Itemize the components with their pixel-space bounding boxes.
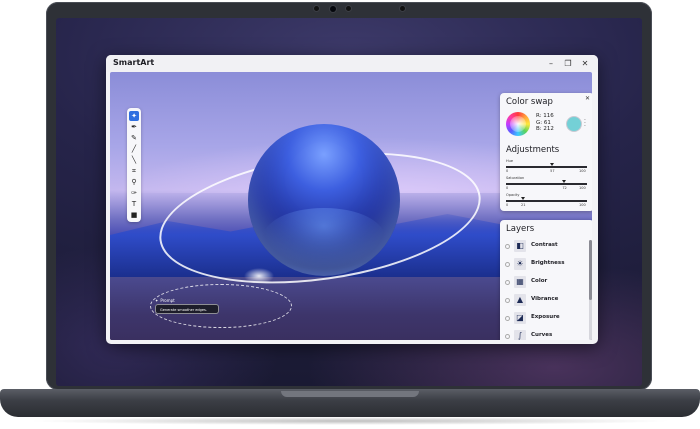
slider-max: 100: [579, 169, 586, 173]
layer-item[interactable]: ▦ Color: [504, 274, 584, 290]
glow-artwork: [244, 268, 274, 284]
slider-track[interactable]: [506, 200, 587, 202]
image-canvas[interactable]: ✦ Prompt Generate smoother edges. ✦ ✒ ✎ ╱ ╲ ⌗…: [110, 72, 592, 340]
color-swap-card: Color swap ✕ R: 116 G: 61 B: 212 · · · Adj…: [500, 93, 592, 211]
sensor-dot: [346, 6, 351, 11]
slider-handle[interactable]: [550, 163, 555, 166]
prompt-header: ✦ Prompt: [155, 298, 175, 303]
slider-label: Opacity: [506, 193, 520, 197]
layer-radio[interactable]: [505, 298, 510, 303]
layer-name: Vibrance: [531, 296, 559, 302]
app-title: SmartArt: [113, 58, 155, 67]
slider-max: 100: [579, 186, 586, 190]
red-value: R: 116: [536, 113, 554, 119]
color-wheel[interactable]: [506, 112, 530, 136]
prompt-bubble: ✦ Prompt Generate smoother edges.: [155, 298, 219, 315]
curves-icon: ∫: [514, 330, 526, 340]
color-grid-icon: ▦: [514, 276, 526, 288]
tool-palette: ✦ ✒ ✎ ╱ ╲ ⌗ ⚲ ✑ T ■: [127, 108, 141, 222]
eyedropper-tool[interactable]: ✑: [129, 188, 139, 198]
layer-radio[interactable]: [505, 244, 510, 249]
prompt-input[interactable]: Generate smoother edges.: [155, 304, 219, 314]
side-panel: Color swap ✕ R: 116 G: 61 B: 212 · · · Adj…: [500, 93, 592, 340]
vibrance-icon: ▲: [514, 294, 526, 306]
blue-value: B: 212: [536, 126, 554, 132]
layer-name: Brightness: [531, 260, 565, 266]
title-bar: SmartArt – ❐ ✕: [106, 55, 598, 72]
layer-item[interactable]: ◪ Exposure: [504, 310, 584, 326]
color-swap-title: Color swap: [506, 97, 553, 107]
slider-value: 72: [562, 186, 567, 190]
layer-name: Exposure: [531, 314, 560, 320]
crop-tool[interactable]: ⌗: [129, 166, 139, 176]
adjustments-title: Adjustments: [506, 145, 560, 155]
layer-name: Color: [531, 278, 548, 284]
layer-item[interactable]: ∫ Curves: [504, 328, 584, 340]
maximize-button[interactable]: ❐: [561, 57, 575, 70]
brightness-icon: ☀: [514, 258, 526, 270]
more-options-icon[interactable]: · · ·: [584, 118, 586, 130]
slider-label: Hue: [506, 159, 514, 163]
slider-min: 0: [506, 169, 509, 173]
sphere-artwork: [248, 124, 400, 276]
layers-title: Layers: [506, 224, 535, 234]
slider-min: 0: [506, 186, 509, 190]
slider-min: 0: [506, 203, 509, 207]
layer-radio[interactable]: [505, 316, 510, 321]
webcam-bar: [308, 5, 405, 13]
color-swatch[interactable]: [567, 117, 581, 131]
color-fill-tool[interactable]: ■: [129, 210, 139, 220]
slider-track[interactable]: [506, 183, 587, 185]
pencil-tool[interactable]: ✎: [129, 133, 139, 143]
layer-item[interactable]: ☀ Brightness: [504, 256, 584, 272]
layer-radio[interactable]: [505, 334, 510, 339]
slider-track[interactable]: [506, 166, 587, 168]
exposure-icon: ◪: [514, 312, 526, 324]
sensor-dot: [400, 6, 405, 11]
webcam-lens: [330, 5, 336, 12]
layer-name: Contrast: [531, 242, 558, 248]
magic-wand-tool[interactable]: ✦: [129, 111, 139, 121]
smartart-window: SmartArt – ❐ ✕ ✦ Prompt Generate smoothe…: [106, 55, 598, 344]
layers-scrollbar[interactable]: [589, 240, 592, 340]
slider-handle[interactable]: [562, 180, 567, 183]
close-button[interactable]: ✕: [578, 57, 592, 70]
minimize-button[interactable]: –: [544, 57, 558, 70]
slider-value: 21: [521, 203, 526, 207]
brush-tool[interactable]: ╱: [129, 144, 139, 154]
sparkle-icon: ✦: [155, 298, 159, 303]
layers-card: Layers ◧ Contrast ☀ Brightness ▦ Color ▲ Vibran…: [500, 220, 592, 340]
text-tool[interactable]: T: [129, 199, 139, 209]
slider-handle[interactable]: [521, 197, 525, 200]
close-icon[interactable]: ✕: [585, 95, 590, 102]
laptop-shadow: [30, 417, 670, 425]
laptop: SmartArt – ❐ ✕ ✦ Prompt Generate smoothe…: [0, 0, 700, 429]
layer-radio[interactable]: [505, 262, 510, 267]
prompt-label: Prompt: [160, 298, 175, 303]
layer-item[interactable]: ◧ Contrast: [504, 238, 584, 254]
line-tool[interactable]: ╲: [129, 155, 139, 165]
rgb-readout: R: 116 G: 61 B: 212: [536, 113, 554, 133]
layer-item[interactable]: ▲ Vibrance: [504, 292, 584, 308]
slider-max: 100: [579, 203, 586, 207]
zoom-tool[interactable]: ⚲: [129, 177, 139, 187]
layer-radio[interactable]: [505, 280, 510, 285]
layer-name: Curves: [531, 332, 553, 338]
slider-label: Saturation: [506, 176, 525, 180]
slider-value: 57: [550, 169, 555, 173]
contrast-icon: ◧: [514, 240, 526, 252]
lid-notch: [281, 391, 419, 397]
pen-tool[interactable]: ✒: [129, 122, 139, 132]
sensor-dot: [314, 6, 319, 11]
